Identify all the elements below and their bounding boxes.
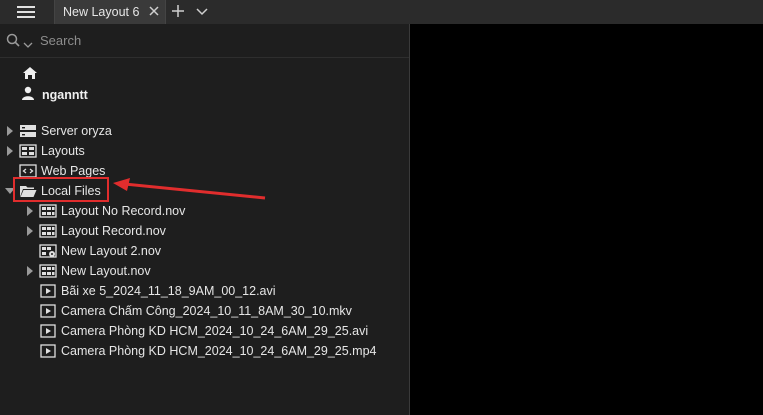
tree-item-label: Layout No Record.nov [61, 204, 186, 218]
tree-item-label: Camera Phòng KD HCM_2024_10_24_6AM_29_25… [61, 324, 369, 338]
tree-item[interactable]: Camera Chấm Công_2024_10_11_8AM_30_10.mk… [25, 302, 352, 320]
video-play-icon [39, 344, 57, 358]
tree-item[interactable]: New Layout.nov [25, 262, 151, 280]
tree-item[interactable]: Server oryza [5, 122, 112, 140]
video-play-icon [39, 304, 57, 318]
search-icon[interactable] [6, 33, 20, 50]
tree-item[interactable]: Camera Phòng KD HCM_2024_10_24_6AM_29_25… [25, 322, 368, 340]
top-bar: New Layout 6 [0, 0, 763, 24]
layout-grid-icon [39, 264, 57, 278]
user-name: nganntt [42, 87, 88, 102]
tree-item-label: Camera Phòng KD HCM_2024_10_24_6AM_29_25… [61, 344, 377, 358]
tree-item[interactable]: Layout No Record.nov [25, 202, 185, 220]
annotation-highlight-box [13, 177, 109, 202]
tree-item-label: Layouts [41, 144, 85, 158]
video-play-icon [39, 324, 57, 338]
tree-item-label: Web Pages [41, 164, 106, 178]
tab-label: New Layout 6 [63, 5, 140, 19]
layout-viewport[interactable] [410, 24, 763, 415]
tree-item[interactable]: Bãi xe 5_2024_11_18_9AM_00_12.avi [25, 282, 276, 300]
tree-item[interactable]: Layouts [5, 142, 85, 160]
close-icon[interactable] [147, 4, 161, 18]
layout-grid-icon [39, 204, 57, 218]
tree-item[interactable]: New Layout 2.nov [25, 242, 161, 260]
tree-item-label: Camera Chấm Công_2024_10_11_8AM_30_10.mk… [61, 304, 352, 318]
search-options-chevron-icon[interactable] [23, 37, 33, 51]
chevron-down-icon[interactable] [195, 4, 209, 18]
tree-item-label: Bãi xe 5_2024_11_18_9AM_00_12.avi [61, 284, 276, 298]
tree-item-label: Layout Record.nov [61, 224, 166, 238]
tree-item-label: New Layout.nov [61, 264, 151, 278]
user-icon [22, 86, 34, 103]
annotation-arrow [113, 178, 266, 200]
layouts-icon [19, 144, 37, 158]
tree-item[interactable]: Layout Record.nov [25, 222, 166, 240]
expand-arrow-icon[interactable] [5, 122, 15, 140]
layout-settings-icon [39, 244, 57, 258]
expand-arrow-icon[interactable] [5, 142, 15, 160]
search-bar [0, 28, 409, 52]
home-icon[interactable] [22, 66, 38, 83]
tab-new-layout-6[interactable]: New Layout 6 [54, 0, 166, 24]
tree-item[interactable]: Camera Phòng KD HCM_2024_10_24_6AM_29_25… [25, 342, 376, 360]
webpage-icon [19, 164, 37, 178]
expand-arrow-icon[interactable] [25, 222, 35, 240]
tree-item-label: New Layout 2.nov [61, 244, 162, 258]
add-tab-icon[interactable] [171, 4, 185, 18]
server-icon [19, 124, 37, 138]
expand-arrow-icon[interactable] [25, 202, 35, 220]
tree-item-label: Server oryza [41, 124, 112, 138]
divider [0, 57, 409, 58]
hamburger-menu-icon[interactable] [8, 3, 44, 21]
user-item[interactable]: nganntt [22, 86, 88, 103]
video-play-icon [39, 284, 57, 298]
layout-grid-icon [39, 224, 57, 238]
expand-arrow-icon[interactable] [25, 262, 35, 280]
search-input[interactable] [40, 30, 340, 50]
